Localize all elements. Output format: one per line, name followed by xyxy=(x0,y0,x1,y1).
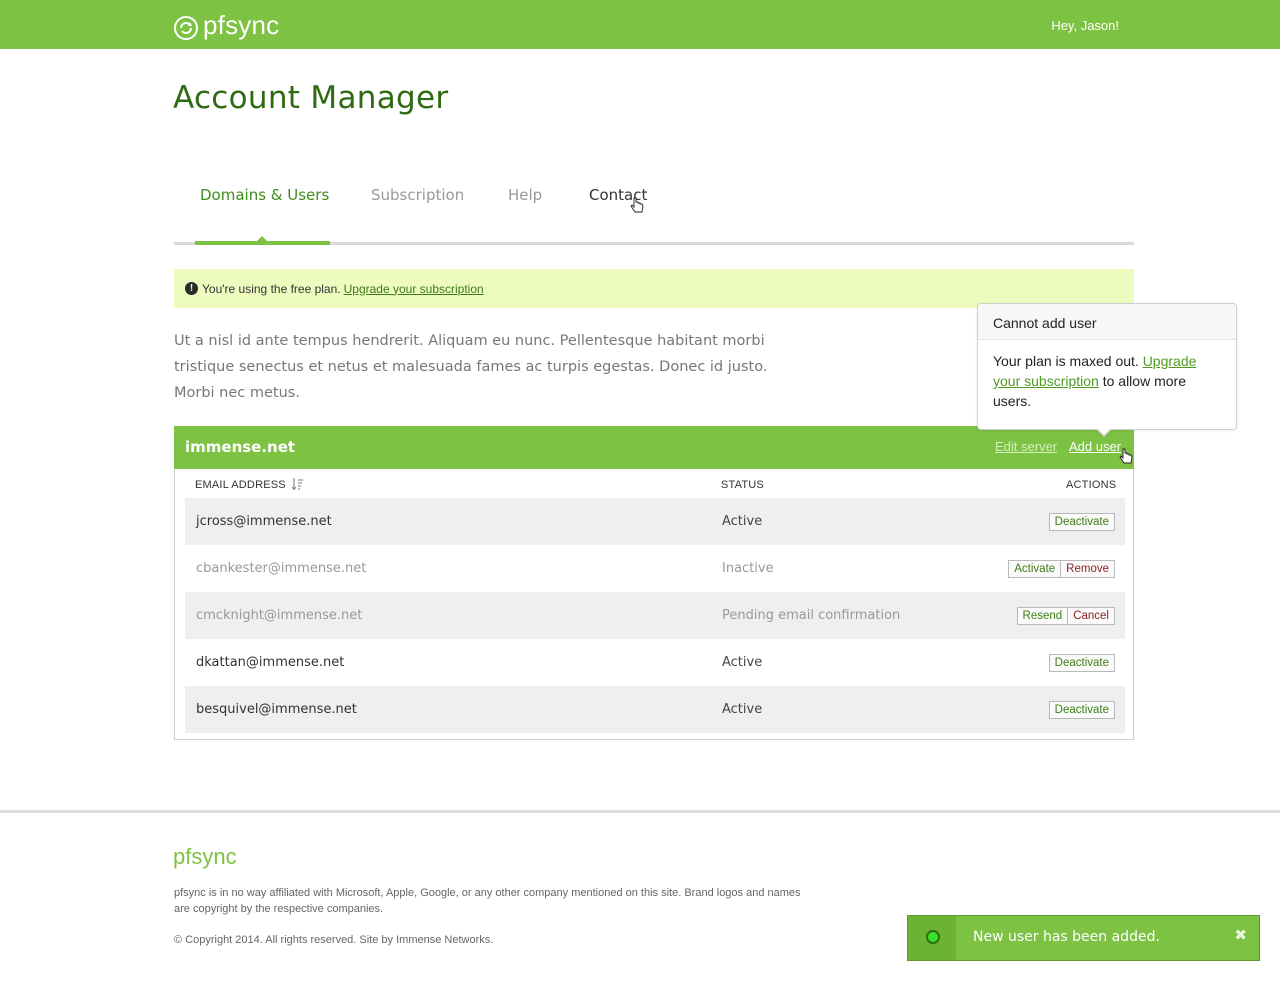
add-user-link[interactable]: Add user xyxy=(1069,439,1121,454)
status-dot-icon xyxy=(926,930,940,944)
tab-subscription[interactable]: Subscription xyxy=(371,186,464,204)
row-actions: Deactivate xyxy=(1048,701,1115,719)
sync-icon xyxy=(174,15,198,40)
user-greeting[interactable]: Hey, Jason! xyxy=(1051,18,1119,33)
user-email: dkattan@immense.net xyxy=(196,655,345,670)
domain-panel: immense.net Edit server Add user EMAIL A… xyxy=(174,426,1134,740)
row-actions: Resend Cancel xyxy=(1016,607,1115,625)
column-header-actions: ACTIONS xyxy=(1066,479,1117,491)
upgrade-subscription-link[interactable]: Upgrade your subscription xyxy=(344,282,484,296)
domain-name: immense.net xyxy=(185,438,296,456)
sort-icon[interactable] xyxy=(291,477,304,491)
user-email: cmcknight@immense.net xyxy=(196,608,363,623)
brand-name: pfsync xyxy=(203,10,280,40)
resend-button[interactable]: Resend xyxy=(1016,607,1069,625)
footer-copyright: © Copyright 2014. All rights reserved. S… xyxy=(174,934,494,946)
page-title: Account Manager xyxy=(173,80,449,116)
remove-button[interactable]: Remove xyxy=(1061,560,1115,578)
row-actions: Deactivate xyxy=(1048,513,1115,531)
toast-message: New user has been added. xyxy=(973,929,1160,945)
column-header-status: STATUS xyxy=(721,479,764,491)
popover-text: Your plan is maxed out. xyxy=(993,353,1139,369)
table-row: cbankester@immense.net Inactive Activate… xyxy=(185,545,1125,592)
active-tab-caret xyxy=(256,236,268,242)
table-row: besquivel@immense.net Active Deactivate xyxy=(185,686,1125,733)
popover-arrow xyxy=(1096,428,1112,437)
user-status: Pending email confirmation xyxy=(722,608,901,623)
intro-text: Ut a nisl id ante tempus hendrerit. Aliq… xyxy=(174,333,768,401)
user-status: Active xyxy=(722,702,763,717)
toast-status-area xyxy=(908,916,956,960)
hand-cursor-icon xyxy=(1119,448,1133,464)
alert-icon: ! xyxy=(185,282,198,295)
user-email: jcross@immense.net xyxy=(196,514,332,529)
tab-bar: Domains & Users Subscription Help Contac… xyxy=(174,180,1134,246)
column-header-email[interactable]: EMAIL ADDRESS xyxy=(195,479,286,491)
brand-logo[interactable]: pfsync xyxy=(173,10,279,41)
table-row: dkattan@immense.net Active Deactivate xyxy=(185,639,1125,686)
popover-title: Cannot add user xyxy=(978,304,1236,340)
deactivate-button[interactable]: Deactivate xyxy=(1048,513,1115,531)
edit-server-link[interactable]: Edit server xyxy=(995,439,1057,454)
user-email: besquivel@immense.net xyxy=(196,702,357,717)
success-toast: New user has been added. ✖ xyxy=(907,915,1260,961)
table-row: jcross@immense.net Active Deactivate xyxy=(185,498,1125,545)
user-status: Active xyxy=(722,514,763,529)
row-actions: Deactivate xyxy=(1048,654,1115,672)
user-email: cbankester@immense.net xyxy=(196,561,367,576)
footer-disclaimer: pfsync is in no way affiliated with Micr… xyxy=(174,887,801,915)
notice-text: You're using the free plan. xyxy=(202,281,341,296)
activate-button[interactable]: Activate xyxy=(1008,560,1062,578)
cancel-button[interactable]: Cancel xyxy=(1068,607,1115,625)
deactivate-button[interactable]: Deactivate xyxy=(1048,701,1115,719)
close-icon[interactable]: ✖ xyxy=(1234,926,1247,944)
domain-header: immense.net Edit server Add user xyxy=(174,426,1134,469)
table-row: cmcknight@immense.net Pending email conf… xyxy=(185,592,1125,639)
deactivate-button[interactable]: Deactivate xyxy=(1048,654,1115,672)
popover-body: Your plan is maxed out. Upgrade your sub… xyxy=(978,340,1236,422)
user-status: Inactive xyxy=(722,561,774,576)
footer-brand: pfsync xyxy=(173,844,237,869)
cannot-add-user-popover: Cannot add user Your plan is maxed out. … xyxy=(977,303,1237,437)
user-list: jcross@immense.net Active Deactivate cba… xyxy=(185,498,1125,733)
hand-cursor-icon xyxy=(630,197,644,213)
tab-help[interactable]: Help xyxy=(508,186,542,204)
footer-divider xyxy=(0,810,1280,813)
tab-domains-users[interactable]: Domains & Users xyxy=(200,186,329,204)
top-bar: pfsync Hey, Jason! xyxy=(0,0,1280,49)
row-actions: Activate Remove xyxy=(1008,560,1115,578)
user-status: Active xyxy=(722,655,763,670)
